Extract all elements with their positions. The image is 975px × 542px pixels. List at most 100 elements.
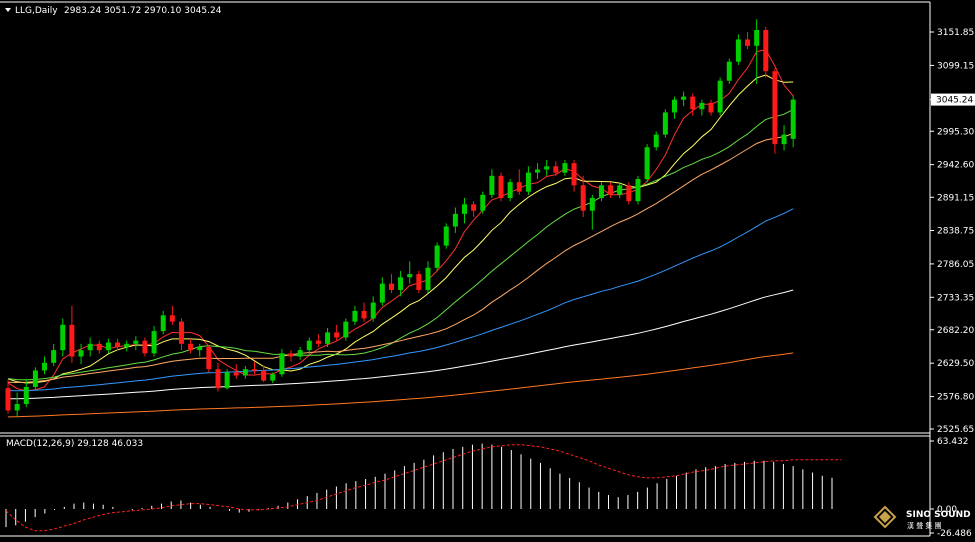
candle-body [51, 350, 57, 363]
macd-tick-label: -26.486 [937, 529, 972, 539]
candle-body [270, 374, 276, 381]
candle-body [781, 134, 787, 145]
candle-body [681, 96, 687, 100]
candle-body [5, 388, 11, 411]
candle-body [379, 283, 385, 303]
candle-body [580, 185, 586, 211]
candle-body [708, 102, 714, 113]
candle-body [42, 362, 48, 371]
candle-body [726, 61, 732, 81]
candle-body [790, 99, 796, 139]
candle-body [288, 353, 294, 357]
symbol-label: LLG,Daily [15, 6, 58, 16]
candle-body [598, 185, 604, 199]
candle-body [690, 96, 696, 110]
candle-body [334, 332, 340, 338]
price-tick-label: 2995.30 [937, 127, 974, 137]
candle-body [571, 163, 577, 186]
candle-body [151, 331, 157, 354]
candle-body [471, 204, 477, 211]
candle-body [434, 245, 440, 268]
ohlc-values: 2983.24 3051.72 2970.10 3045.24 [64, 6, 222, 16]
watermark-cn: 漢 聲 集 團 [907, 521, 942, 530]
candle-body [78, 350, 84, 357]
candle-body [562, 163, 568, 173]
candle-body [653, 134, 659, 148]
price-tick-label: 2576.80 [937, 393, 974, 403]
candle-body [489, 175, 495, 195]
candle-body [178, 321, 184, 344]
candle-body [535, 169, 541, 173]
candle-body [671, 99, 677, 113]
candle-body [14, 404, 20, 411]
candle-body [699, 102, 705, 110]
macd-label: MACD(12,26,9) 29.128 46.033 [6, 439, 143, 449]
candle-body [498, 175, 504, 199]
candle-body [224, 372, 230, 389]
price-tick-label: 2942.60 [937, 161, 974, 171]
candle-body [188, 343, 194, 351]
candle-body [160, 315, 166, 332]
candle-body [644, 147, 650, 179]
candle-body [772, 71, 778, 145]
candle-body [745, 39, 751, 46]
candle-body [525, 172, 531, 192]
candle-body [352, 310, 358, 322]
candle-body [69, 324, 75, 357]
candle-body [297, 350, 303, 357]
candle-body [142, 340, 148, 354]
candle-body [343, 321, 349, 338]
candle-body [206, 346, 212, 370]
candle-body [662, 112, 668, 135]
candle-body [388, 283, 394, 290]
candle-body [197, 346, 203, 351]
candle-body [717, 80, 723, 113]
candle-body [735, 39, 741, 62]
watermark-en: SINO SOUND [906, 510, 971, 520]
candle-body [553, 166, 559, 173]
candle-body [105, 342, 111, 351]
candle-body [480, 194, 486, 211]
price-tick-label: 2525.65 [937, 425, 974, 435]
candle-body [416, 274, 422, 290]
candle-body [60, 324, 66, 351]
candle-body [452, 213, 458, 227]
candle-body [279, 353, 285, 375]
candle-body [462, 204, 467, 214]
candle-body [315, 340, 321, 344]
candle-body [115, 342, 121, 347]
candle-body [215, 369, 221, 389]
candle-body [516, 182, 522, 192]
candle-body [361, 310, 367, 319]
candle-body [443, 226, 449, 246]
price-tick-label: 2786.05 [937, 260, 974, 270]
candle-body [407, 274, 413, 278]
chart-background [0, 0, 975, 542]
candle-body [617, 185, 623, 195]
price-tick-label: 2629.50 [937, 359, 974, 369]
candle-body [589, 198, 595, 211]
candle-body [763, 30, 769, 72]
price-chart: 3151.85 3099.15 3045.24 2995.30 2942.60 2891.… [0, 0, 975, 542]
candle-body [87, 343, 93, 351]
candle-body [635, 178, 641, 202]
candle-body [325, 332, 331, 344]
candle-body [754, 30, 760, 46]
price-tick-label: 3099.15 [937, 61, 974, 71]
price-tick-label: 2682.20 [937, 326, 974, 336]
price-tick-label: 2891.15 [937, 193, 974, 203]
candle-body [32, 370, 38, 387]
candle-body [370, 302, 376, 319]
candle-body [544, 166, 550, 170]
candle-body [608, 185, 614, 195]
candle-body [169, 315, 175, 322]
candle-body [133, 340, 139, 344]
macd-tick-label: 63.432 [937, 437, 969, 447]
candle-body [261, 370, 267, 381]
price-tick-label: 2838.75 [937, 227, 974, 237]
candle-body [96, 343, 102, 351]
candle-body [626, 185, 632, 202]
candle-body [124, 343, 130, 347]
price-tick-label: 3151.85 [937, 28, 974, 38]
price-tick-label: 2733.35 [937, 293, 974, 303]
